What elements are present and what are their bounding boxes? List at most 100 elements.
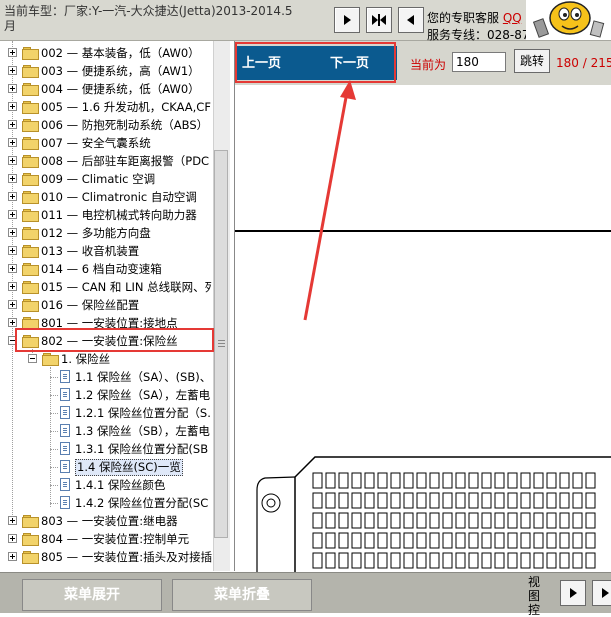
- tree-guide-line: [50, 449, 58, 450]
- tree-folder-item[interactable]: 803 — 一安装位置:继电器: [0, 512, 212, 530]
- tree-folder-item[interactable]: 002 — 基本装备，低（AW0）: [0, 44, 212, 62]
- menu-expand-button[interactable]: 菜单展开: [22, 579, 162, 611]
- qq-link[interactable]: QQ: [503, 11, 522, 25]
- folder-icon: [22, 83, 39, 96]
- view-next-button[interactable]: [592, 580, 611, 606]
- tree-doc-item[interactable]: 1.4 保险丝(SC)一览: [0, 458, 212, 476]
- tree-guide-line: [50, 485, 58, 486]
- tree-doc-item[interactable]: 1.1 保险丝（SA）、(SB)、: [0, 368, 212, 386]
- view-forward-button[interactable]: [560, 580, 586, 606]
- expand-plus-icon[interactable]: [8, 210, 17, 219]
- tree-guide-line: [50, 377, 58, 378]
- tree-folder-item[interactable]: 011 — 电控机械式转向助力器: [0, 206, 212, 224]
- folder-icon: [22, 101, 39, 114]
- page-number-input[interactable]: [452, 52, 506, 72]
- tree-folder-item[interactable]: 804 — 一安装位置:控制单元: [0, 530, 212, 548]
- document-icon: [60, 406, 70, 419]
- tree-folder-item[interactable]: 016 — 保险丝配置: [0, 296, 212, 314]
- folder-icon: [22, 533, 39, 546]
- tree-folder-item[interactable]: 012 — 多功能方向盘: [0, 224, 212, 242]
- expand-plus-icon[interactable]: [8, 282, 17, 291]
- folder-icon: [22, 551, 39, 564]
- service-title: 您的专职客服: [427, 11, 500, 25]
- back-button[interactable]: [398, 7, 424, 33]
- tree-folder-item[interactable]: 015 — CAN 和 LIN 总线联网、列: [0, 278, 212, 296]
- tree-doc-item[interactable]: 1.3 保险丝（SB），左蓄电: [0, 422, 212, 440]
- service-info: 您的专职客服 QQ 服务专线：028-87: [427, 10, 530, 44]
- folder-icon: [22, 191, 39, 204]
- expand-plus-icon[interactable]: [8, 246, 17, 255]
- split-arrows-icon: [372, 14, 386, 26]
- tree-folder-item[interactable]: 1. 保险丝: [0, 350, 212, 368]
- folder-icon: [22, 299, 39, 312]
- tree-item-label: 014 — 6 档自动变速箱: [41, 262, 162, 276]
- folder-icon: [22, 209, 39, 222]
- document-view[interactable]: [235, 85, 611, 572]
- document-icon: [60, 496, 70, 509]
- mascot-icon: [526, 0, 611, 40]
- tree-folder-item[interactable]: 010 — Climatronic 自动空调: [0, 188, 212, 206]
- expand-plus-icon[interactable]: [8, 84, 17, 93]
- tree-guide-line: [50, 431, 58, 432]
- tree-item-label: 008 — 后部驻车距离报警（PDC: [41, 154, 210, 168]
- folder-icon: [22, 173, 39, 186]
- expand-plus-icon[interactable]: [8, 192, 17, 201]
- collapse-minus-icon[interactable]: [28, 354, 37, 363]
- expand-plus-icon[interactable]: [8, 66, 17, 75]
- tree-doc-item[interactable]: 1.4.1 保险丝颜色: [0, 476, 212, 494]
- document-icon: [60, 424, 70, 437]
- split-view-button[interactable]: [366, 7, 392, 33]
- expand-plus-icon[interactable]: [8, 48, 17, 57]
- tree-item-label: 010 — Climatronic 自动空调: [41, 190, 197, 204]
- tree-item-label: 804 — 一安装位置:控制单元: [41, 532, 190, 546]
- tree-folder-item[interactable]: 014 — 6 档自动变速箱: [0, 260, 212, 278]
- tree-doc-item[interactable]: 1.4.2 保险丝位置分配(SC: [0, 494, 212, 512]
- tree-folder-item[interactable]: 009 — Climatic 空调: [0, 170, 212, 188]
- expand-plus-icon[interactable]: [8, 138, 17, 147]
- tree-folder-item[interactable]: 006 — 防抱死制动系统（ABS）: [0, 116, 212, 134]
- expand-plus-icon[interactable]: [8, 516, 17, 525]
- tree-folder-item[interactable]: 003 — 便捷系统，高（AW1）: [0, 62, 212, 80]
- menu-collapse-button[interactable]: 菜单折叠: [172, 579, 312, 611]
- expand-plus-icon[interactable]: [8, 102, 17, 111]
- fuse-diagram: [235, 85, 611, 572]
- expand-plus-icon[interactable]: [8, 300, 17, 309]
- tree-folder-item[interactable]: 008 — 后部驻车距离报警（PDC: [0, 152, 212, 170]
- tree-guide-line: [50, 395, 58, 396]
- page-count: 180 / 215: [556, 56, 611, 70]
- document-icon: [60, 460, 70, 473]
- tree-item-label: 005 — 1.6 升发动机，CKAA,CF: [41, 100, 211, 114]
- tree-folder-item[interactable]: 005 — 1.6 升发动机，CKAA,CF: [0, 98, 212, 116]
- folder-icon: [22, 137, 39, 150]
- tree-doc-item[interactable]: 1.3.1 保险丝位置分配(SB: [0, 440, 212, 458]
- tree-doc-item[interactable]: 1.2 保险丝（SA），左蓄电: [0, 386, 212, 404]
- tree-folder-item[interactable]: 007 — 安全气囊系统: [0, 134, 212, 152]
- expand-plus-icon[interactable]: [8, 264, 17, 273]
- expand-plus-icon[interactable]: [8, 174, 17, 183]
- tree-guide-line: [50, 413, 58, 414]
- expand-plus-icon[interactable]: [8, 228, 17, 237]
- tree-item-label: 013 — 收音机装置: [41, 244, 140, 258]
- tree-item-label: 1.4.1 保险丝颜色: [75, 478, 166, 492]
- expand-plus-icon[interactable]: [8, 534, 17, 543]
- document-icon: [60, 388, 70, 401]
- tree-item-label: 006 — 防抱死制动系统（ABS）: [41, 118, 209, 132]
- tree-scrollbar-thumb[interactable]: [214, 150, 228, 538]
- tree-item-label: 011 — 电控机械式转向助力器: [41, 208, 197, 222]
- tree-item-label: 012 — 多功能方向盘: [41, 226, 151, 240]
- expand-plus-icon[interactable]: [8, 156, 17, 165]
- expand-plus-icon[interactable]: [8, 120, 17, 129]
- tree-item-label: 002 — 基本装备，低（AW0）: [41, 46, 200, 60]
- tree-folder-item[interactable]: 013 — 收音机装置: [0, 242, 212, 260]
- expand-plus-icon[interactable]: [8, 318, 17, 327]
- expand-plus-icon[interactable]: [8, 552, 17, 561]
- tree-folder-item[interactable]: 805 — 一安装位置:插头及对接插: [0, 548, 212, 566]
- current-vehicle-label: 当前车型：厂家:Y-一汽-大众捷达(Jetta)2013-2014.5月: [4, 4, 293, 33]
- tree-folder-item[interactable]: 004 — 便捷系统，低（AW0）: [0, 80, 212, 98]
- folder-icon: [22, 119, 39, 132]
- tree-guide-line: [50, 467, 58, 468]
- forward-button[interactable]: [334, 7, 360, 33]
- tree-item-label: 1.4.2 保险丝位置分配(SC: [75, 496, 209, 510]
- jump-button[interactable]: 跳转: [514, 49, 550, 73]
- tree-doc-item[interactable]: 1.2.1 保险丝位置分配（S.: [0, 404, 212, 422]
